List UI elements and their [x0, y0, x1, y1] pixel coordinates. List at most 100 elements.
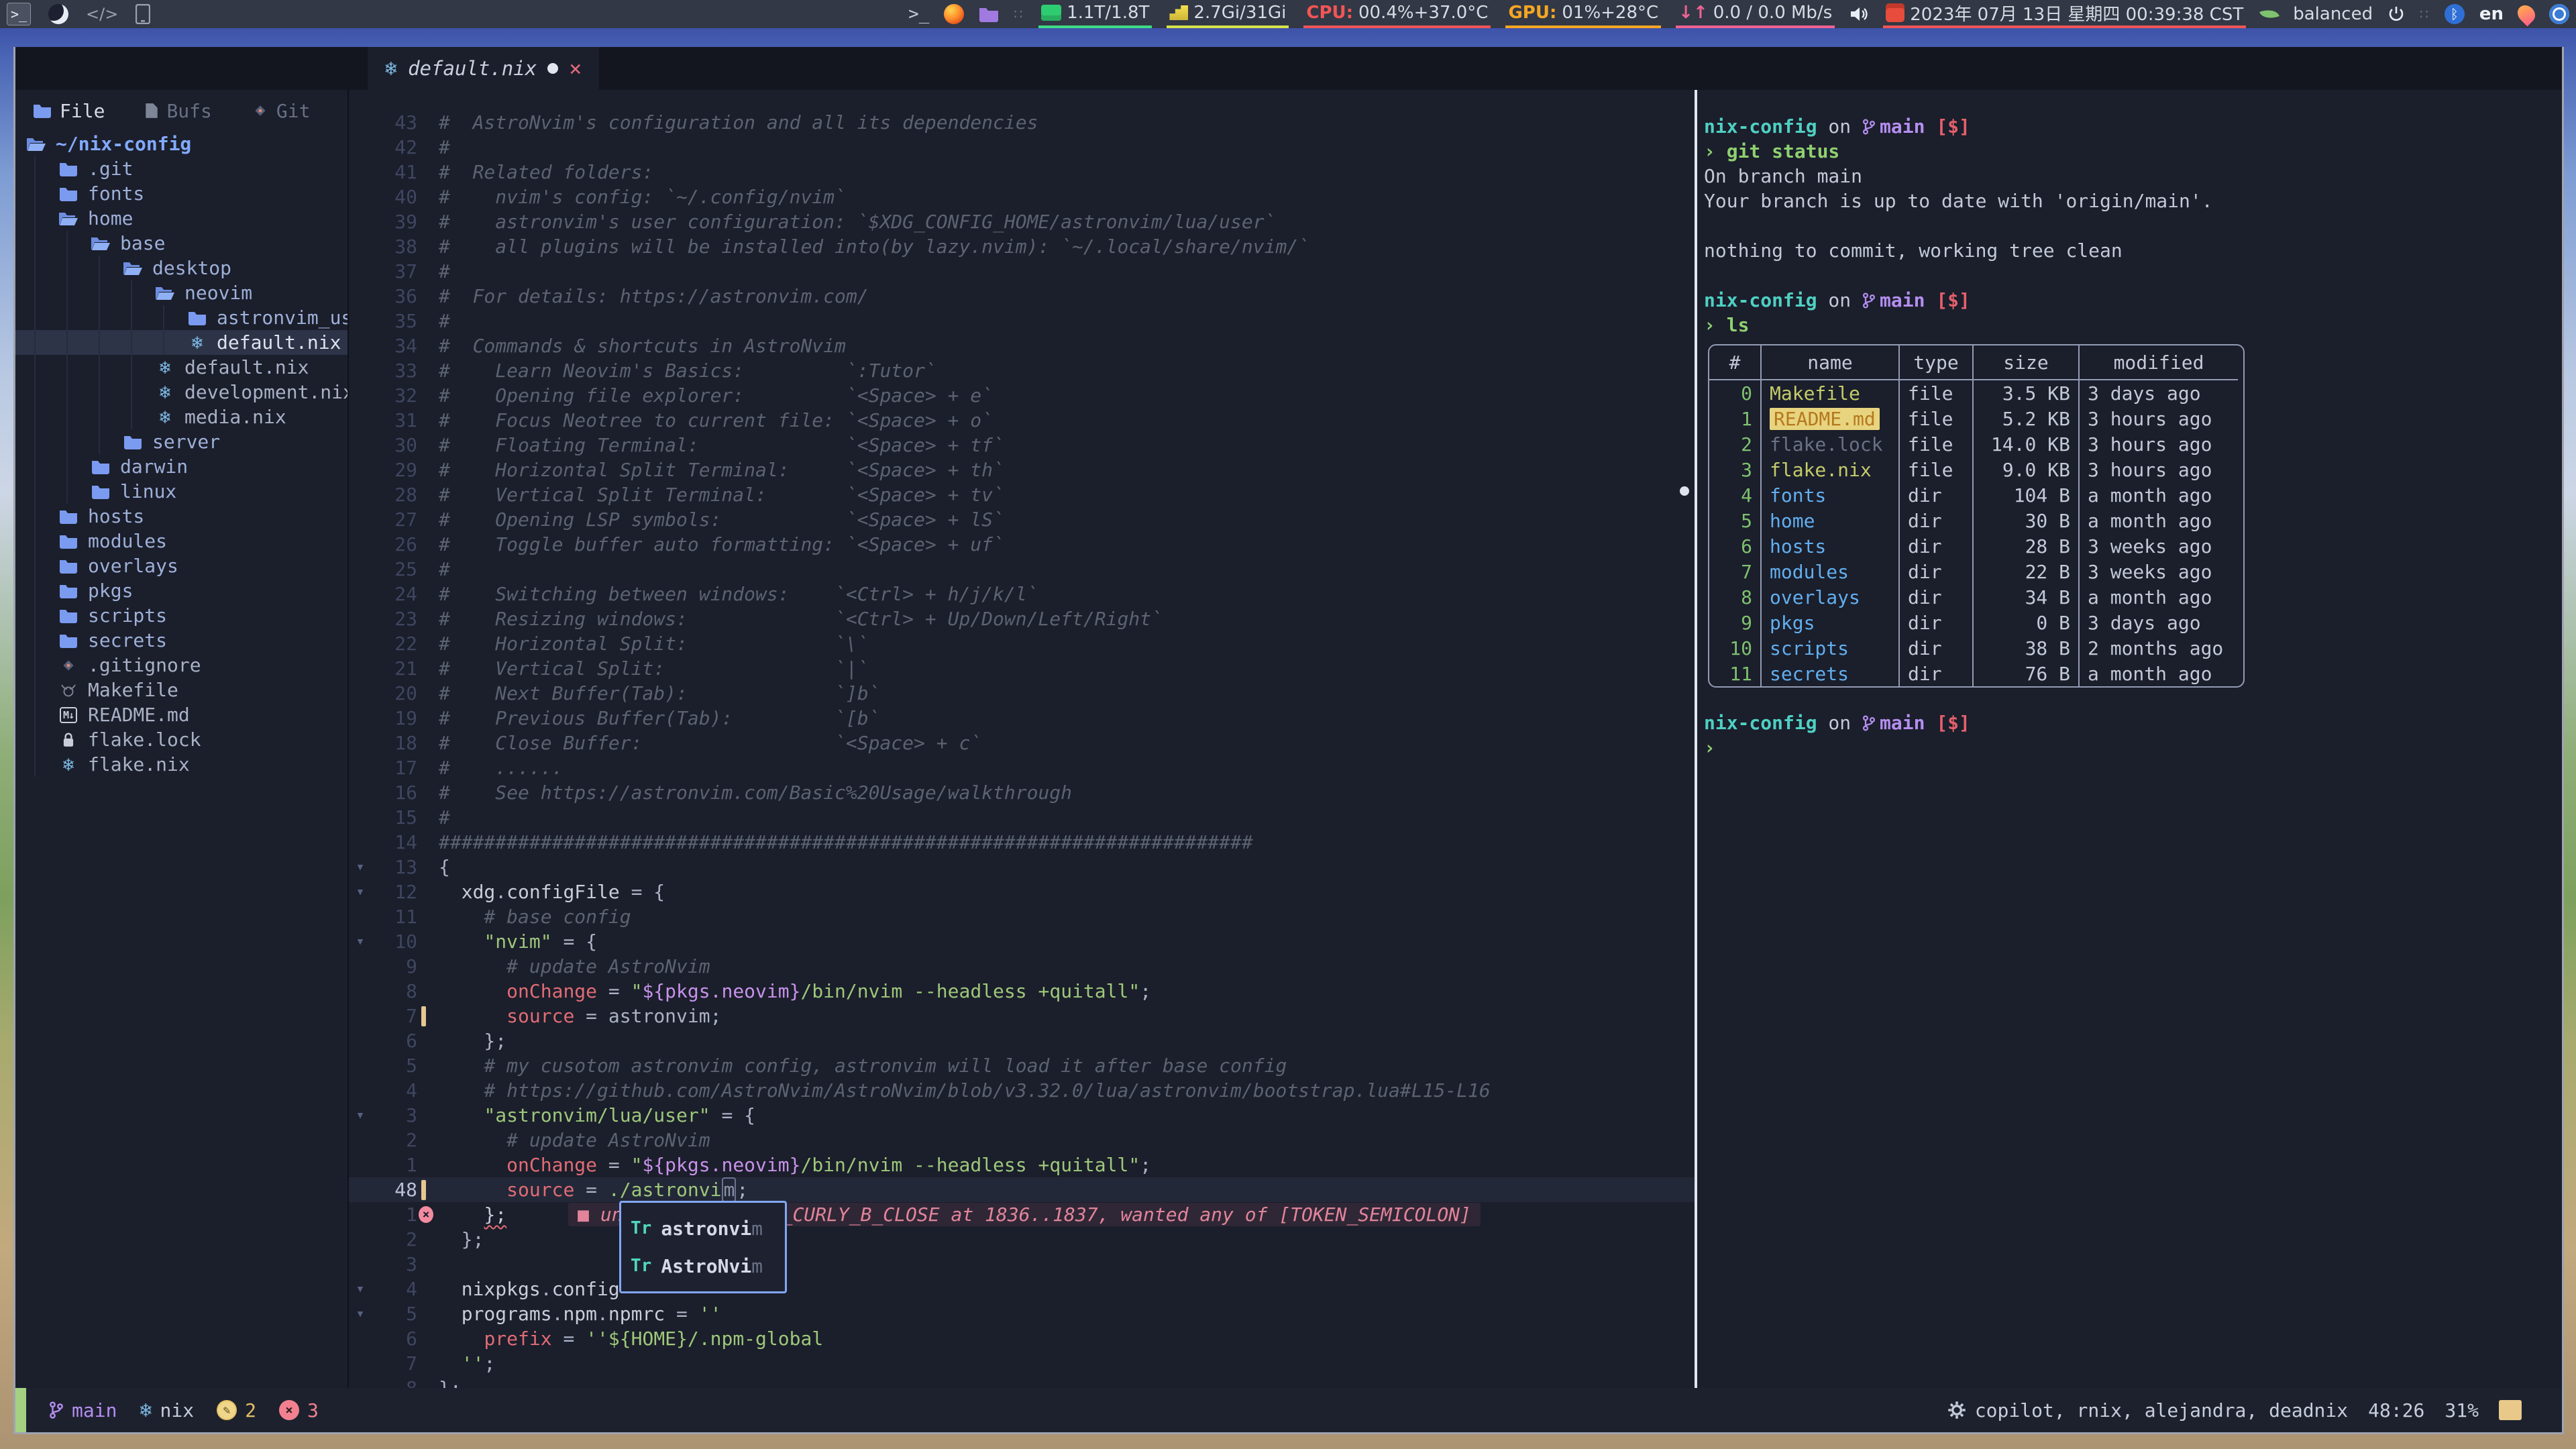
completion-popup[interactable]: TrastronvimTrAstroNvim: [619, 1201, 787, 1293]
terminal-window-icon[interactable]: >_: [7, 3, 31, 25]
code-line[interactable]: 37#: [349, 259, 1695, 284]
clock[interactable]: 2023年 07月 13日 星期四 00:39:38 CST: [1883, 0, 2246, 28]
code-line[interactable]: 1× };■ unexpected TOKEN_CURLY_B_CLOSE at…: [349, 1202, 1695, 1227]
power-profile[interactable]: [2261, 3, 2278, 25]
firefox-icon[interactable]: [944, 4, 964, 24]
code-line[interactable]: 2 # update AstroNvim: [349, 1128, 1695, 1152]
device-icon[interactable]: [136, 3, 150, 25]
code-line[interactable]: 14######################################…: [349, 830, 1695, 855]
power-icon[interactable]: [2387, 3, 2405, 25]
code-line[interactable]: 48 source = ./astronvim;: [349, 1177, 1695, 1202]
sidebar-tab-git[interactable]: Git: [252, 100, 311, 122]
statusline-warnings[interactable]: ✎ 2: [217, 1399, 256, 1421]
tree-item[interactable]: scripts: [15, 603, 347, 628]
code-line[interactable]: 18# Close Buffer: `<Space> + c`: [349, 731, 1695, 755]
keyboard-layout[interactable]: en: [2479, 4, 2504, 24]
code-line[interactable]: ▾12 xdg.configFile = {: [349, 879, 1695, 904]
flame-icon[interactable]: [2518, 3, 2534, 25]
tree-item[interactable]: ❄media.nix: [15, 405, 347, 429]
tree-item[interactable]: desktop: [15, 256, 347, 280]
tree-item[interactable]: darwin: [15, 454, 347, 479]
code-line[interactable]: 28# Vertical Split Terminal: `<Space> + …: [349, 482, 1695, 507]
tree-item[interactable]: pkgs: [15, 578, 347, 603]
sidebar-tab-file[interactable]: File: [33, 100, 105, 122]
tree-item[interactable]: ~/nix-config: [15, 131, 347, 156]
terminal-tray-icon[interactable]: >_: [908, 3, 929, 25]
code-line[interactable]: 6 prefix = ''${HOME}/.npm-global: [349, 1326, 1695, 1351]
code-line[interactable]: 32# Opening file explorer: `<Space> + e`: [349, 383, 1695, 408]
code-line[interactable]: 31# Focus Neotree to current file: `<Spa…: [349, 408, 1695, 433]
folder-tray-icon[interactable]: [979, 3, 999, 25]
app-tray-icon[interactable]: [2549, 4, 2569, 24]
code-line[interactable]: 40# nvim's config: `~/.config/nvim`: [349, 184, 1695, 209]
code-app-icon[interactable]: </>: [86, 3, 118, 25]
code-line[interactable]: 21# Vertical Split: `|`: [349, 656, 1695, 681]
code-line[interactable]: 11 # base config: [349, 904, 1695, 929]
memory-usage[interactable]: 2.7Gi/31Gi: [1167, 0, 1289, 28]
tree-item[interactable]: hosts: [15, 504, 347, 529]
code-line[interactable]: 33# Learn Neovim's Basics: `:Tutor`: [349, 358, 1695, 383]
code-line[interactable]: 24# Switching between windows: `<Ctrl> +…: [349, 582, 1695, 606]
code-line[interactable]: 6 };: [349, 1028, 1695, 1053]
code-line[interactable]: 22# Horizontal Split: `\`: [349, 631, 1695, 656]
code-line[interactable]: 4 # https://github.com/AstroNvim/AstroNv…: [349, 1078, 1695, 1103]
code-line[interactable]: 15#: [349, 805, 1695, 830]
code-line[interactable]: 27# Opening LSP symbols: `<Space> + lS`: [349, 507, 1695, 532]
code-line[interactable]: ▾10 "nvim" = {: [349, 929, 1695, 954]
code-line[interactable]: 19# Previous Buffer(Tab): `[b`: [349, 706, 1695, 731]
code-line[interactable]: ▾5 programs.npm.npmrc = '': [349, 1301, 1695, 1326]
code-line[interactable]: 30# Floating Terminal: `<Space> + tf`: [349, 433, 1695, 458]
code-line[interactable]: 39# astronvim's user configuration: `$XD…: [349, 209, 1695, 234]
code-line[interactable]: 17# ......: [349, 755, 1695, 780]
code-line[interactable]: 7 '';: [349, 1351, 1695, 1376]
code-line[interactable]: 29# Horizontal Split Terminal: `<Space> …: [349, 458, 1695, 482]
code-line[interactable]: 26# Toggle buffer auto formatting: `<Spa…: [349, 532, 1695, 557]
tree-item[interactable]: ❄default.nix: [15, 355, 347, 380]
disk-usage[interactable]: 1.1T/1.8T: [1038, 0, 1152, 28]
cpu-usage[interactable]: CPU:00.4%+37.0°C: [1303, 0, 1491, 28]
code-line[interactable]: 43# AstroNvim's configuration and all it…: [349, 110, 1695, 135]
tree-item[interactable]: astronvim_user: [15, 305, 347, 330]
code-line[interactable]: 25#: [349, 557, 1695, 582]
tree-item[interactable]: ❄default.nix×: [15, 330, 347, 355]
bluetooth-icon[interactable]: ᛒ: [2445, 4, 2465, 24]
tree-item[interactable]: ❄development.nix: [15, 380, 347, 405]
code-line[interactable]: ▾4 nixpkgs.config: [349, 1277, 1695, 1301]
completion-item[interactable]: Trastronvim: [621, 1210, 785, 1247]
network-speed[interactable]: ↓↑0.0 / 0.0 Mb/s: [1676, 0, 1835, 28]
tree-item[interactable]: secrets: [15, 628, 347, 653]
code-line[interactable]: 2 };: [349, 1227, 1695, 1252]
buffer-tab[interactable]: ❄ default.nix ×: [368, 47, 599, 90]
tree-item[interactable]: modules: [15, 529, 347, 553]
code-line[interactable]: 3: [349, 1252, 1695, 1277]
code-line[interactable]: 36# For details: https://astronvim.com/: [349, 284, 1695, 309]
tree-item[interactable]: home: [15, 206, 347, 231]
editor-pane[interactable]: 43# AstroNvim's configuration and all it…: [349, 90, 1695, 1388]
scrollbar-dot[interactable]: [1680, 486, 1689, 496]
tree-item[interactable]: linux: [15, 479, 347, 504]
close-tab-icon[interactable]: ×: [569, 56, 582, 81]
tree-item[interactable]: .gitignore: [15, 653, 347, 678]
code-line[interactable]: 7 source = astronvim;: [349, 1004, 1695, 1028]
tree-item[interactable]: neovim: [15, 280, 347, 305]
code-line[interactable]: ▾13{: [349, 855, 1695, 879]
code-line[interactable]: 1 onChange = "${pkgs.neovim}/bin/nvim --…: [349, 1152, 1695, 1177]
tree-item[interactable]: flake.lock: [15, 727, 347, 752]
code-line[interactable]: 42#: [349, 135, 1695, 160]
code-line[interactable]: 38# all plugins will be installed into(b…: [349, 234, 1695, 259]
statusline-git-branch[interactable]: main: [49, 1399, 117, 1421]
code-line[interactable]: 20# Next Buffer(Tab): `]b`: [349, 681, 1695, 706]
browser-icon[interactable]: [48, 4, 68, 24]
tree-item[interactable]: fonts: [15, 181, 347, 206]
gpu-usage[interactable]: GPU:01%+28°C: [1505, 0, 1661, 28]
code-line[interactable]: 16# See https://astronvim.com/Basic%20Us…: [349, 780, 1695, 805]
sidebar-tab-bufs[interactable]: Bufs: [145, 100, 211, 122]
terminal-pane[interactable]: nix-config on main [$]› git statusOn bra…: [1697, 90, 2562, 1388]
tree-item[interactable]: server: [15, 429, 347, 454]
code-line[interactable]: 9 # update AstroNvim: [349, 954, 1695, 979]
code-line[interactable]: 41# Related folders:: [349, 160, 1695, 184]
tree-item[interactable]: overlays: [15, 553, 347, 578]
volume-icon[interactable]: [1849, 3, 1868, 25]
tree-item[interactable]: ❄flake.nix: [15, 752, 347, 777]
tree-item[interactable]: base: [15, 231, 347, 256]
